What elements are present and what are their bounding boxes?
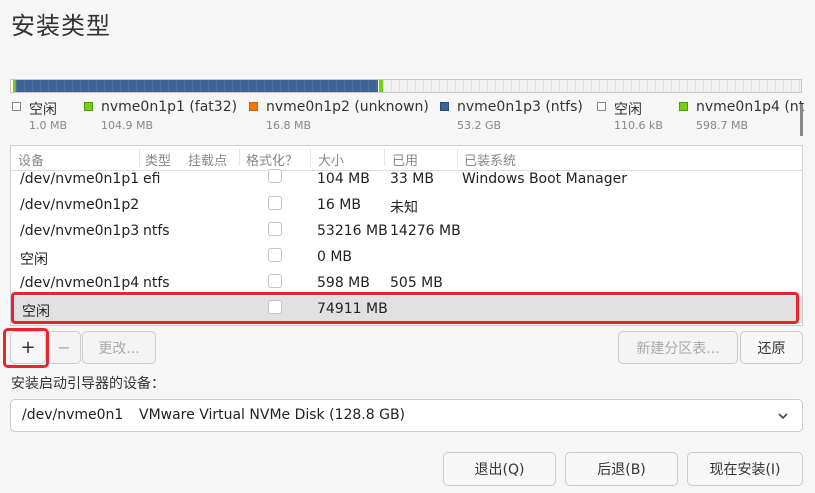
table-row[interactable]: /dev/nvme0n1p3 ntfs 53216 MB 14276 MB	[11, 219, 802, 245]
legend-name: nvme0n1p2 (unknown)	[266, 99, 429, 115]
cell-device: /dev/nvme0n1p1	[20, 171, 140, 187]
format-checkbox[interactable]	[268, 248, 282, 262]
legend-name: nvme0n1p4 (nt	[696, 99, 805, 115]
legend-name: nvme0n1p3 (ntfs)	[457, 99, 583, 115]
table-row[interactable]: /dev/nvme0n1p2 16 MB 未知	[11, 193, 802, 219]
format-checkbox[interactable]	[268, 300, 282, 314]
partition-usage-bar	[10, 79, 802, 93]
page-title: 安装类型	[11, 12, 111, 40]
free-swatch-icon	[12, 102, 21, 111]
fat32-swatch-icon	[84, 102, 93, 111]
legend-size: 104.9 MB	[101, 119, 154, 132]
cell-size: 598 MB	[317, 275, 370, 291]
partition-table: 设备 类型 挂载点 格式化？ 大小 已用 已装系统 /dev/nvme0n1p1…	[10, 145, 803, 326]
revert-button[interactable]: 还原	[740, 331, 803, 364]
cell-size: 0 MB	[317, 249, 353, 265]
unknown-swatch-icon	[249, 102, 258, 111]
legend-name: 空闲	[29, 102, 57, 118]
back-button[interactable]: 后退(B)	[565, 452, 678, 486]
new-partition-table-button[interactable]: 新建分区表...	[618, 331, 738, 364]
cell-type: ntfs	[143, 275, 170, 291]
cell-device: /dev/nvme0n1p4	[20, 275, 140, 291]
cell-device: /dev/nvme0n1p3	[20, 223, 140, 239]
format-checkbox[interactable]	[268, 196, 282, 210]
legend-size: 53.2 GB	[457, 119, 502, 132]
format-checkbox[interactable]	[268, 222, 282, 236]
bootloader-device-select[interactable]: /dev/nvme0n1 VMware Virtual NVMe Disk (1…	[10, 399, 803, 432]
legend-name: nvme0n1p1 (fat32)	[101, 99, 238, 115]
bootloader-description: VMware Virtual NVMe Disk (128.8 GB)	[139, 407, 406, 423]
cell-device: 空闲	[20, 252, 48, 268]
table-row[interactable]: /dev/nvme0n1p4 ntfs 598 MB 505 MB	[11, 271, 802, 297]
cell-device: 空闲	[22, 304, 50, 320]
partition-legend: 空闲 1.0 MB nvme0n1p1 (fat32) 104.9 MB nvm…	[0, 99, 815, 139]
remove-partition-button[interactable]: −	[47, 331, 81, 364]
legend-size: 16.8 MB	[266, 119, 312, 132]
cell-size: 16 MB	[317, 197, 361, 213]
cell-type: efi	[143, 171, 161, 187]
legend-name: 空闲	[614, 102, 642, 118]
format-checkbox[interactable]	[268, 274, 282, 288]
change-partition-button[interactable]: 更改...	[82, 331, 156, 364]
cell-used: 未知	[390, 200, 418, 216]
ntfs-swatch-icon	[679, 102, 688, 111]
table-row[interactable]: 空闲 0 MB	[11, 245, 802, 271]
cell-used: 33 MB	[390, 171, 434, 187]
cell-used: 14276 MB	[390, 223, 461, 239]
legend-scrollbar[interactable]	[800, 104, 803, 136]
legend-size: 598.7 MB	[696, 119, 749, 132]
bar-segment-nvme0n1p3	[16, 80, 378, 92]
bootloader-label: 安装启动引导器的设备：	[11, 376, 165, 392]
cell-device: /dev/nvme0n1p2	[20, 197, 140, 213]
legend-size: 1.0 MB	[29, 119, 68, 132]
ntfs-swatch-icon	[440, 102, 449, 111]
cell-size: 53216 MB	[317, 223, 388, 239]
chevron-down-icon	[778, 413, 788, 420]
cell-type: ntfs	[143, 223, 170, 239]
bootloader-device: /dev/nvme0n1	[22, 407, 124, 423]
table-row-selected[interactable]: 空闲 74911 MB	[11, 296, 802, 323]
cell-system: Windows Boot Manager	[462, 171, 627, 187]
legend-size: 110.6 kB	[614, 119, 663, 132]
add-partition-button[interactable]: +	[10, 331, 46, 364]
bar-segment-free-remaining	[383, 80, 801, 92]
cell-used: 505 MB	[390, 275, 443, 291]
free-swatch-icon	[597, 102, 606, 111]
quit-button[interactable]: 退出(Q)	[443, 452, 556, 486]
cell-size: 74911 MB	[317, 301, 388, 317]
format-checkbox[interactable]	[268, 169, 282, 183]
install-now-button[interactable]: 现在安装(I)	[687, 452, 803, 486]
table-row[interactable]: /dev/nvme0n1p1 efi 104 MB 33 MB Windows …	[11, 167, 802, 193]
cell-size: 104 MB	[317, 171, 370, 187]
